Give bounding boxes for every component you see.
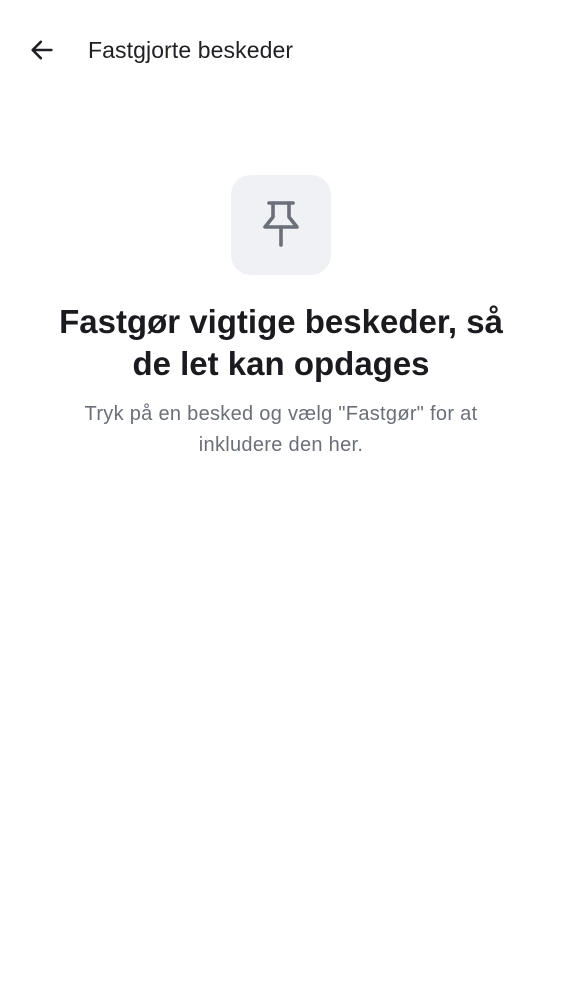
arrow-left-icon (28, 36, 56, 64)
pin-icon-tile (231, 175, 331, 275)
page-title: Fastgjorte beskeder (88, 37, 294, 63)
pin-icon (260, 199, 302, 251)
app-bar: Fastgjorte beskeder (0, 0, 562, 100)
back-button[interactable] (18, 26, 66, 74)
empty-state-description: Tryk på en besked og vælg "Fastgør" for … (84, 403, 478, 456)
empty-state: Fastgør vigtige beskeder, så de let kan … (0, 175, 562, 461)
empty-state-heading: Fastgør vigtige beskeder, så de let kan … (59, 303, 503, 382)
